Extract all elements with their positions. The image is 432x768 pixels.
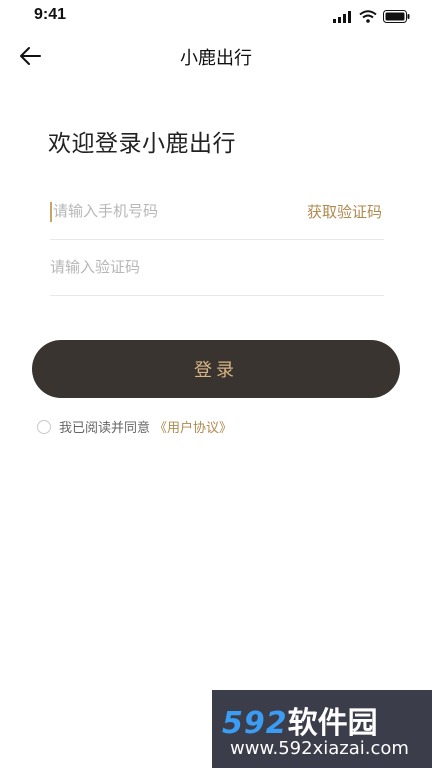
page-title: 小鹿出行 <box>180 48 252 69</box>
user-agreement-link[interactable]: 《用户协议》 <box>154 417 232 436</box>
verification-code-input[interactable] <box>50 256 280 278</box>
battery-icon <box>383 10 410 23</box>
agreement-row: 我已阅读并同意 《用户协议》 <box>37 417 232 436</box>
wifi-icon <box>359 10 377 23</box>
agreement-checkbox[interactable] <box>37 419 51 434</box>
code-field-row <box>50 240 384 296</box>
status-bar: 9:41 <box>0 0 432 32</box>
agreement-text: 我已阅读并同意 <box>59 421 151 436</box>
watermark-logo-number: 592 <box>222 706 288 741</box>
login-button[interactable]: 登录 <box>32 340 400 398</box>
get-code-button[interactable]: 获取验证码 <box>307 201 382 222</box>
status-time: 9:41 <box>34 6 67 23</box>
phone-input[interactable] <box>50 200 283 222</box>
navigation-bar: 小鹿出行 <box>0 36 432 76</box>
welcome-heading: 欢迎登录小鹿出行 <box>48 131 236 157</box>
watermark-url: www.592xiazai.com <box>230 738 409 759</box>
watermark: 592软件园 www.592xiazai.com <box>212 690 432 768</box>
phone-field-row: 获取验证码 <box>50 184 384 240</box>
signal-icon <box>333 10 351 23</box>
watermark-logo: 592软件园 <box>222 698 378 742</box>
watermark-logo-text: 软件园 <box>287 706 378 741</box>
status-icons <box>333 10 410 23</box>
